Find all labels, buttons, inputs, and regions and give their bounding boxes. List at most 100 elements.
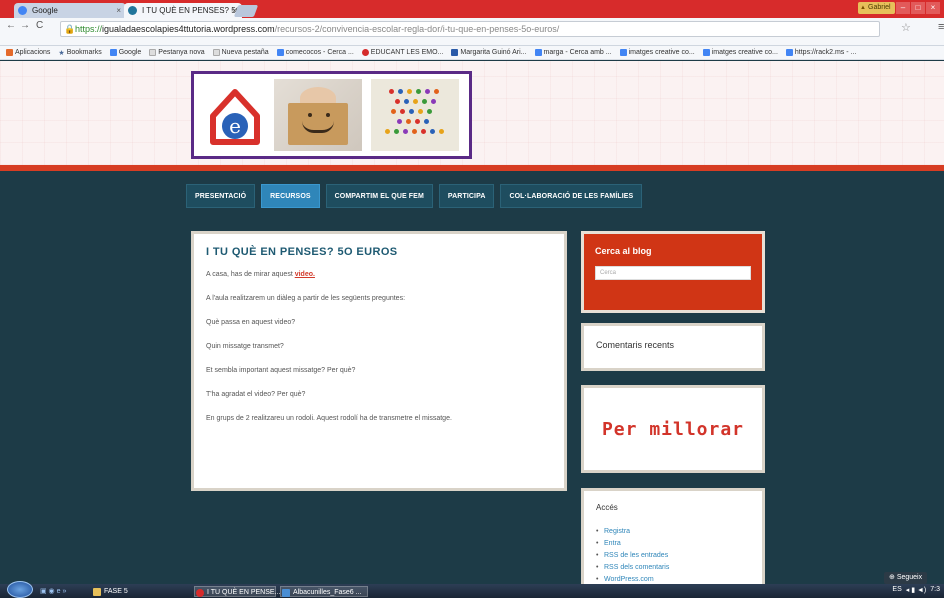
acces-widget: Accés Registra Entra RSS de les entrades… [581,488,765,588]
nav-item-participa[interactable]: PARTICIPA [438,184,495,208]
acces-link-entra[interactable]: Entra [596,538,750,550]
svg-text:e: e [229,114,241,138]
tab-label: Google [32,6,58,15]
document-icon [282,589,290,597]
decorative-dot [430,99,436,104]
follow-button[interactable]: ⊕ Segueix [884,572,928,584]
pinterest-icon [361,49,369,56]
post-paragraph: Quin missatge transmet? [206,343,284,350]
decorative-dot [406,89,412,94]
bookmark-item[interactable]: imatges creative co... [702,49,778,56]
bookmark-item[interactable]: imatges creative co... [619,49,695,56]
clock[interactable]: 7:3 [930,586,940,594]
google-icon [109,49,117,56]
volume-icon[interactable]: ◂ ▮ ◄) [906,586,927,594]
tab-label: I TU QUÈ EN PENSES? 5O [142,6,242,15]
bookmark-item[interactable]: EDUCANT LES EMO... [361,49,443,56]
video-link[interactable]: video. [295,271,315,278]
google-icon [785,49,793,56]
windows-taskbar [0,584,944,598]
search-widget-title: Cerca al blog [595,246,652,256]
bookmark-item[interactable]: Margarita Guinó Ari... [451,49,527,56]
google-favicon-icon [18,6,27,15]
decorative-dot [429,129,435,134]
decorative-dot [397,89,403,94]
decorative-dot [390,109,396,114]
maximize-icon[interactable]: □ [911,2,925,14]
nav-item-collaboracio[interactable]: COL·LABORACIÓ DE LES FAMÍLIES [500,184,643,208]
nav-item-presentacio[interactable]: PRESENTACIÓ [186,184,256,208]
url-host: igualadaescolapies4ttutoria.wordpress.co… [102,24,275,34]
decorative-dot [423,119,429,124]
google-icon [619,49,627,56]
nav-item-compartim[interactable]: COMPARTIM EL QUE FEM [325,184,433,208]
tab-google[interactable]: Google × [14,3,126,18]
site-icon [451,49,459,56]
reload-icon[interactable]: C [36,20,43,31]
recent-comments-title: Comentaris recents [596,340,675,350]
taskbar-item-albacunilles[interactable]: Albacunilles_Fase6 ... [280,586,368,597]
user-profile-button[interactable]: Gabriel [858,2,895,14]
post-paragraph: Et sembla important aquest missatge? Per… [206,367,356,374]
acces-link-rss-entrades[interactable]: RSS de les entrades [596,550,750,562]
decorative-dot [402,129,408,134]
post-paragraph: T'ha agradat el video? Per què? [206,391,306,398]
decorative-dot [412,99,418,104]
acces-link-rss-comentaris[interactable]: RSS dels comentaris [596,562,750,574]
post-paragraph: A l'aula realitzarem un diàleg a partir … [206,295,406,302]
post-intro: A casa, has de mirar aquest video. [206,271,315,278]
post-title: I TU QUÈ EN PENSES? 5O EUROS [206,246,398,258]
millorar-widget[interactable]: Per millorar [581,385,765,473]
post-article: I TU QUÈ EN PENSES? 5O EUROS A casa, has… [191,231,567,491]
address-bar[interactable]: 🔒 https://igualadaescolapies4ttutoria.wo… [60,21,880,37]
bookmark-item[interactable]: Pestanya nova [149,49,205,56]
taskbar-item-fase5[interactable]: FASE 5 [92,586,128,597]
decorative-dot [405,119,411,124]
forward-icon[interactable]: → [20,20,30,31]
post-paragraph: Què passa en aquest video? [206,319,296,326]
bookmark-item[interactable]: https://rack2.ms - ... [785,49,856,56]
tab-article[interactable]: I TU QUÈ EN PENSES? 5O × [124,3,242,18]
decorative-dot [426,109,432,114]
taskbar-item-chrome[interactable]: I TU QUÈ EN PENSE... [194,586,280,597]
decorative-dot [417,109,423,114]
language-indicator[interactable]: ES [892,586,901,594]
main-nav: PRESENTACIÓ RECURSOS COMPARTIM EL QUE FE… [186,184,643,208]
decorative-dot [421,99,427,104]
menu-icon[interactable]: ≡ [938,21,944,33]
acces-link-registra[interactable]: Registra [596,526,750,538]
bookmark-apps[interactable]: Aplicacions [6,49,50,56]
header-divider [0,165,944,171]
url-scheme: https:// [75,24,103,34]
quicklaunch-icons[interactable]: ▣ ◉ e » [40,586,66,597]
decorative-dot [433,89,439,94]
acces-title: Accés [596,503,618,512]
nav-item-recursos[interactable]: RECURSOS [261,184,320,208]
chrome-icon [196,589,204,597]
page-icon [212,49,220,56]
decorative-dot [414,119,420,124]
decorative-dot [415,89,421,94]
bookmark-item[interactable]: comecocos - Cerca ... [276,49,354,56]
millorar-image-text: Per millorar [601,418,745,440]
site-banner[interactable]: e [191,71,472,159]
bookmark-item[interactable]: marga - Cerca amb ... [534,49,612,56]
close-window-icon[interactable]: × [926,2,940,14]
search-input[interactable]: Cerca [595,266,751,280]
decorative-dot [384,129,390,134]
decorative-dot [408,109,414,114]
minimize-icon[interactable]: – [896,2,910,14]
close-icon[interactable]: × [116,3,121,18]
apps-icon [6,49,13,56]
decorative-dot [420,129,426,134]
bookmark-item[interactable]: Google [109,49,141,56]
google-icon [276,49,284,56]
decorative-dot [396,119,402,124]
url-path: /recursos-2/convivencia-escolar-regla-do… [274,24,560,34]
back-icon[interactable]: ← [6,20,16,31]
bookmark-item[interactable]: ★ Bookmarks [58,49,101,57]
bookmark-item[interactable]: Nueva pestaña [212,49,269,56]
start-button[interactable] [7,581,33,598]
follow-icon: ⊕ [889,574,897,581]
bookmark-star-icon[interactable]: ☆ [901,21,911,34]
